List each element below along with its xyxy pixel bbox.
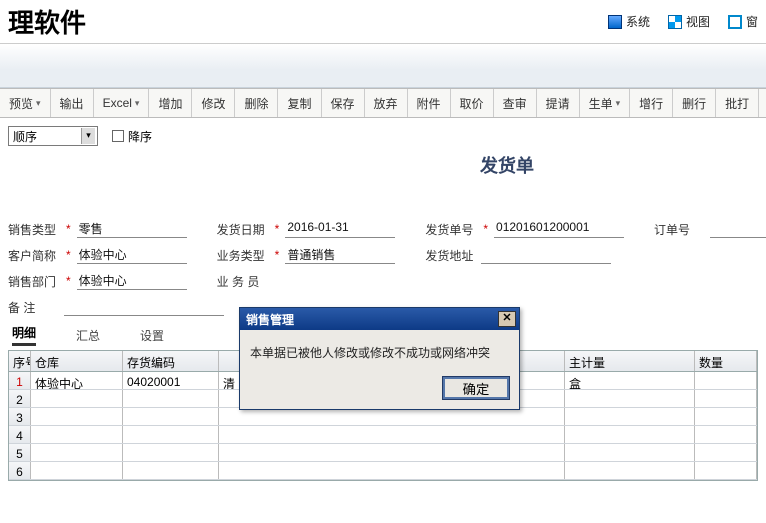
tb-attachment[interactable]: 附件 — [408, 89, 451, 117]
tb-fetch-price[interactable]: 取价 — [451, 89, 494, 117]
tb-discard[interactable]: 放弃 — [365, 89, 408, 117]
app-title: 理软件 — [8, 3, 86, 40]
desc-checkbox[interactable]: 降序 — [112, 128, 152, 145]
table-row[interactable]: 4 — [9, 426, 757, 444]
dialog-title-text: 销售管理 — [246, 311, 294, 328]
gh-warehouse[interactable]: 仓库 — [31, 351, 123, 371]
caret-icon: ▾ — [135, 98, 140, 109]
title-bar: 理软件 系统 视图 窗 — [0, 0, 766, 44]
fld-ship-no[interactable]: 01201601200001 — [494, 220, 624, 238]
form-title: 发货单 — [480, 152, 534, 178]
lbl-cust: 客户简称 — [8, 247, 60, 264]
menu-system[interactable]: 系统 — [608, 13, 650, 30]
monitor-icon — [608, 15, 622, 29]
dialog-message: 本单据已被他人修改或修改不成功或网络冲突 — [240, 330, 519, 369]
tb-save[interactable]: 保存 — [322, 89, 365, 117]
fld-cust[interactable]: 体验中心 — [77, 246, 187, 264]
tb-submit[interactable]: 提请 — [537, 89, 580, 117]
chevron-down-icon: ▾ — [81, 128, 95, 144]
table-row[interactable]: 6 — [9, 462, 757, 480]
fld-sale-type[interactable]: 零售 — [77, 220, 187, 238]
ribbon-spacer — [0, 44, 766, 88]
sort-select[interactable]: 顺序 ▾ — [8, 126, 98, 146]
menu-system-label: 系统 — [626, 13, 650, 30]
window-icon — [728, 15, 742, 29]
tb-copy[interactable]: 复制 — [278, 89, 321, 117]
tb-add-row[interactable]: 增行 — [630, 89, 673, 117]
fld-remark[interactable] — [64, 298, 224, 316]
gh-idx[interactable]: 序号 — [9, 351, 31, 371]
tb-modify[interactable]: 修改 — [192, 89, 235, 117]
fld-ship-date[interactable]: 2016-01-31 — [285, 220, 395, 238]
lbl-staff: 业 务 员 — [217, 273, 269, 290]
caret-icon: ▾ — [616, 98, 621, 109]
fld-biz-type[interactable]: 普通销售 — [285, 246, 395, 264]
tab-settings[interactable]: 设置 — [140, 327, 164, 344]
tb-preview[interactable]: 预览▾ — [0, 89, 51, 117]
lbl-ship-no: 发货单号 — [425, 221, 477, 238]
fld-dept[interactable]: 体验中心 — [77, 272, 187, 290]
lbl-remark: 备 注 — [8, 299, 60, 316]
tb-locate[interactable]: 定位 — [759, 89, 766, 117]
tb-del-row[interactable]: 删行 — [673, 89, 716, 117]
tb-output[interactable]: 输出 — [51, 89, 94, 117]
tb-delete[interactable]: 删除 — [235, 89, 278, 117]
toolbar: 预览▾ 输出 Excel▾ 增加 修改 删除 复制 保存 放弃 附件 取价 查审… — [0, 88, 766, 118]
gh-unit[interactable]: 主计量 — [565, 351, 695, 371]
tb-generate[interactable]: 生单▾ — [580, 89, 631, 117]
tb-batch-print[interactable]: 批打 — [716, 89, 759, 117]
tb-audit[interactable]: 查审 — [494, 89, 537, 117]
dialog-titlebar[interactable]: 销售管理 ✕ — [240, 308, 519, 330]
close-icon[interactable]: ✕ — [498, 311, 516, 327]
caret-icon: ▾ — [36, 98, 41, 109]
menu-view[interactable]: 视图 — [668, 13, 710, 30]
menu-window[interactable]: 窗 — [728, 13, 758, 30]
top-menu: 系统 视图 窗 — [608, 13, 758, 30]
lbl-dept: 销售部门 — [8, 273, 60, 290]
tb-add[interactable]: 增加 — [149, 89, 192, 117]
ok-button[interactable]: 确定 — [443, 377, 509, 399]
tb-excel[interactable]: Excel▾ — [94, 89, 150, 117]
lbl-ship-date: 发货日期 — [217, 221, 269, 238]
sub-toolbar: 顺序 ▾ 降序 — [0, 118, 766, 154]
sort-select-value: 顺序 — [13, 128, 37, 145]
table-row[interactable]: 5 — [9, 444, 757, 462]
menu-view-label: 视图 — [686, 13, 710, 30]
gh-qty[interactable]: 数量 — [695, 351, 757, 371]
checkbox-box — [112, 130, 124, 142]
modal-dialog: 销售管理 ✕ 本单据已被他人修改或修改不成功或网络冲突 确定 — [239, 307, 520, 410]
lbl-order-no: 订单号 — [654, 221, 706, 238]
dialog-actions: 确定 — [240, 369, 519, 409]
fld-ship-addr[interactable] — [481, 246, 611, 264]
fld-order-no[interactable] — [710, 220, 766, 238]
menu-window-label: 窗 — [746, 13, 758, 30]
gh-code[interactable]: 存货编码 — [123, 351, 219, 371]
table-row[interactable]: 3 — [9, 408, 757, 426]
lbl-ship-addr: 发货地址 — [425, 247, 477, 264]
grid-icon — [668, 15, 682, 29]
tab-detail[interactable]: 明细 — [12, 324, 36, 346]
lbl-biz-type: 业务类型 — [217, 247, 269, 264]
desc-label: 降序 — [128, 128, 152, 145]
lbl-sale-type: 销售类型 — [8, 221, 60, 238]
tab-summary[interactable]: 汇总 — [76, 327, 100, 344]
